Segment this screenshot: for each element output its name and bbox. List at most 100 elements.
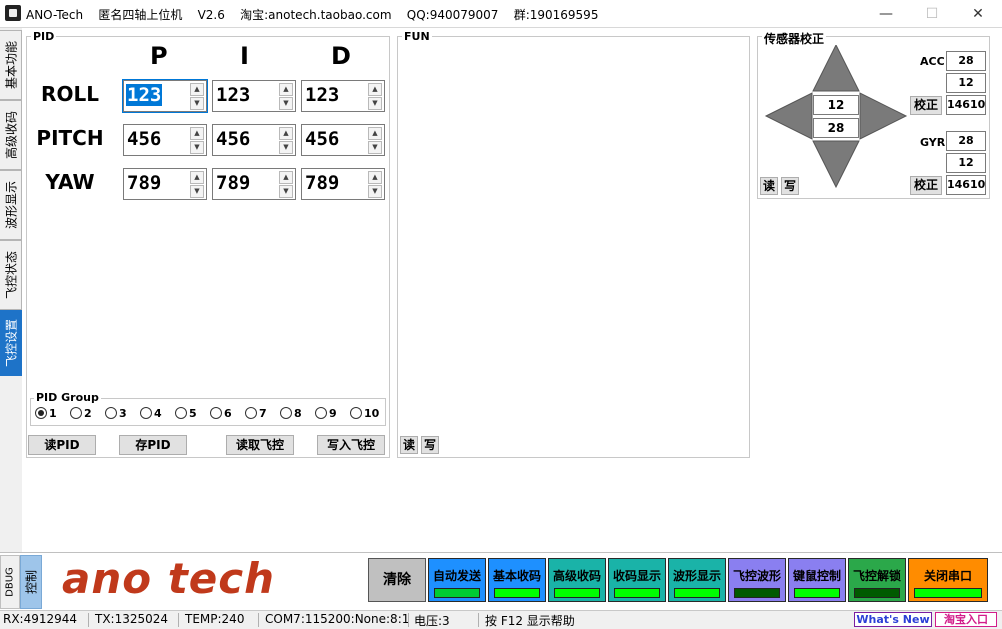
title-bar: ANO-Tech 匿名四轴上位机 V2.6 淘宝:anotech.taobao.…	[0, 0, 1002, 28]
arrow-left-icon[interactable]	[764, 92, 813, 140]
read-pid-button[interactable]: 读PID	[28, 435, 96, 455]
spin-up-arrow-icon[interactable]: ▲	[279, 127, 293, 140]
waveform-display-button[interactable]: 波形显示	[668, 558, 726, 602]
divider	[408, 613, 409, 627]
acc-calibrate-button[interactable]: 校正	[910, 96, 942, 115]
basic-receive-button[interactable]: 基本收码	[488, 558, 546, 602]
tab-control[interactable]: 控制	[20, 555, 42, 609]
spin-up-arrow-icon[interactable]: ▲	[190, 127, 204, 140]
clear-button[interactable]: 清除	[368, 558, 426, 602]
roll-i-spinbox[interactable]: 123 ▲ ▼	[212, 80, 296, 112]
roll-d-spinbox[interactable]: 123 ▲ ▼	[301, 80, 385, 112]
temperature: TEMP:240	[185, 612, 245, 626]
pid-group-radio-4[interactable]: 4	[140, 407, 162, 420]
status-bar: RX:4912944 TX:1325024 TEMP:240 COM7:1152…	[0, 610, 1002, 628]
fun-write-button[interactable]: 写	[421, 436, 439, 454]
tab-basic-functions[interactable]: 基本功能	[0, 30, 22, 100]
pitch-i-spinbox[interactable]: 456 ▲ ▼	[212, 124, 296, 156]
button-label: 高级收码	[552, 569, 601, 583]
pid-group-radio-1[interactable]: 1	[35, 407, 57, 420]
yaw-p-spinbox[interactable]: 789 ▲ ▼	[123, 168, 207, 200]
pid-group-radio-8[interactable]: 8	[280, 407, 302, 420]
pid-group-radio-3[interactable]: 3	[105, 407, 127, 420]
arrow-up-icon[interactable]	[812, 45, 860, 92]
spin-down-arrow-icon[interactable]: ▼	[190, 97, 204, 110]
pid-group-radio-10[interactable]: 10	[350, 407, 379, 420]
spin-value: 123	[216, 84, 251, 106]
pid-group-radio-9[interactable]: 9	[315, 407, 337, 420]
tab-waveform[interactable]: 波形显示	[0, 170, 22, 240]
spin-down-arrow-icon[interactable]: ▼	[368, 141, 382, 154]
pitch-p-spinbox[interactable]: 456 ▲ ▼	[123, 124, 207, 156]
spin-down-arrow-icon[interactable]: ▼	[368, 97, 382, 110]
tab-fc-status[interactable]: 飞控状态	[0, 240, 22, 310]
write-fc-button[interactable]: 写入飞控	[317, 435, 385, 455]
keyboard-mouse-control-button[interactable]: 键鼠控制	[788, 558, 846, 602]
spin-up-arrow-icon[interactable]: ▲	[190, 171, 204, 184]
fc-waveform-button[interactable]: 飞控波形	[728, 558, 786, 602]
spin-down-arrow-icon[interactable]: ▼	[190, 185, 204, 198]
fun-group	[397, 36, 750, 458]
radio-icon	[245, 407, 257, 419]
spin-value: 789	[305, 172, 340, 194]
divider	[88, 613, 89, 627]
close-button[interactable]: ✕	[955, 0, 1001, 28]
spin-down-arrow-icon[interactable]: ▼	[279, 141, 293, 154]
tab-fc-settings[interactable]: 飞控设置	[0, 310, 22, 376]
taobao-link[interactable]: 淘宝入口	[935, 612, 997, 627]
spin-down-arrow-icon[interactable]: ▼	[279, 185, 293, 198]
maximize-button[interactable]: ☐	[909, 0, 955, 28]
header-p: P	[150, 42, 168, 70]
minimize-button[interactable]: —	[863, 0, 909, 28]
tab-dbug[interactable]: DBUG	[0, 555, 20, 609]
header-d: D	[331, 42, 351, 70]
status-indicator	[434, 588, 480, 598]
spin-up-arrow-icon[interactable]: ▲	[368, 127, 382, 140]
tx-count: TX:1325024	[95, 612, 169, 626]
close-serial-button[interactable]: 关闭串口	[908, 558, 988, 602]
tab-label: 飞控设置	[4, 318, 18, 368]
read-fc-button[interactable]: 读取飞控	[226, 435, 294, 455]
pid-group-radio-7[interactable]: 7	[245, 407, 267, 420]
fun-read-button[interactable]: 读	[400, 436, 418, 454]
sensor-read-button[interactable]: 读	[760, 177, 778, 195]
spin-up-arrow-icon[interactable]: ▲	[190, 83, 204, 96]
center-value-top: 12	[813, 95, 859, 115]
radio-icon	[175, 407, 187, 419]
gyr-calibrate-button[interactable]: 校正	[910, 176, 942, 195]
spin-up-arrow-icon[interactable]: ▲	[279, 83, 293, 96]
pid-group-radio-6[interactable]: 6	[210, 407, 232, 420]
radio-label: 3	[119, 407, 127, 420]
center-value-bottom: 28	[813, 118, 859, 138]
tab-label: 控制	[24, 569, 39, 595]
receive-display-button[interactable]: 收码显示	[608, 558, 666, 602]
sensor-write-button[interactable]: 写	[781, 177, 799, 195]
radio-label: 6	[224, 407, 232, 420]
auto-send-button[interactable]: 自动发送	[428, 558, 486, 602]
fc-unlock-button[interactable]: 飞控解锁	[848, 558, 906, 602]
pid-group-radio-2[interactable]: 2	[70, 407, 92, 420]
status-indicator	[494, 588, 540, 598]
spin-down-arrow-icon[interactable]: ▼	[368, 185, 382, 198]
roll-p-spinbox[interactable]: 123 ▲ ▼	[122, 79, 208, 113]
spin-up-arrow-icon[interactable]: ▲	[279, 171, 293, 184]
spin-up-arrow-icon[interactable]: ▲	[368, 83, 382, 96]
yaw-d-spinbox[interactable]: 789 ▲ ▼	[301, 168, 385, 200]
radio-icon	[70, 407, 82, 419]
yaw-i-spinbox[interactable]: 789 ▲ ▼	[212, 168, 296, 200]
spin-up-arrow-icon[interactable]: ▲	[368, 171, 382, 184]
arrow-right-icon[interactable]	[859, 92, 908, 140]
tab-advanced-receive[interactable]: 高级收码	[0, 100, 22, 170]
arrow-down-icon[interactable]	[812, 140, 860, 189]
radio-icon	[105, 407, 117, 419]
pitch-d-spinbox[interactable]: 456 ▲ ▼	[301, 124, 385, 156]
spin-down-arrow-icon[interactable]: ▼	[279, 97, 293, 110]
spin-down-arrow-icon[interactable]: ▼	[190, 141, 204, 154]
acc-y-value: 12	[946, 73, 986, 93]
save-pid-button[interactable]: 存PID	[119, 435, 187, 455]
gyr-y-value: 12	[946, 153, 986, 173]
whats-new-link[interactable]: What's New	[854, 612, 932, 627]
advanced-receive-button[interactable]: 高级收码	[548, 558, 606, 602]
status-indicator	[734, 588, 780, 598]
pid-group-radio-5[interactable]: 5	[175, 407, 197, 420]
